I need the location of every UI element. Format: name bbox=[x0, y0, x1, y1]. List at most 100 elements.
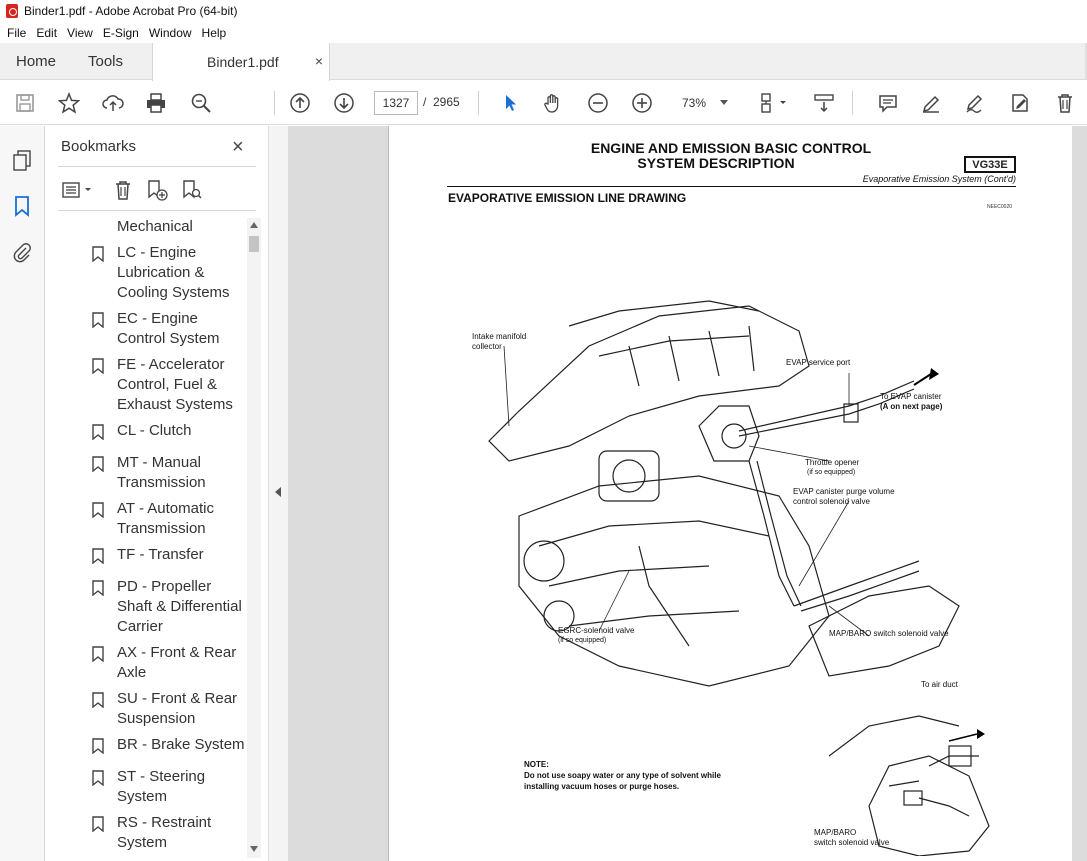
divider bbox=[58, 166, 256, 167]
tab-document-label: Binder1.pdf bbox=[207, 54, 279, 70]
menu-file[interactable]: File bbox=[2, 26, 31, 40]
print-icon[interactable] bbox=[143, 90, 169, 116]
document-viewer[interactable]: ENGINE AND EMISSION BASIC CONTROL SYSTEM… bbox=[288, 126, 1087, 861]
label-throttle-opener: Throttle opener (if so equipped) bbox=[805, 458, 859, 478]
cloud-upload-icon[interactable] bbox=[100, 90, 126, 116]
bookmark-item[interactable]: MT - Manual Transmission bbox=[92, 453, 242, 493]
zoom-search-icon[interactable] bbox=[188, 90, 214, 116]
bookmark-item[interactable]: LC - Engine Lubrication & Cooling System… bbox=[92, 243, 242, 303]
close-icon[interactable]: × bbox=[232, 136, 244, 159]
label-line: Intake manifold bbox=[472, 332, 527, 341]
bookmarks-panel: Bookmarks × Mechanical LC - Engine Lubri… bbox=[46, 126, 268, 861]
label-line: MAP/BARO bbox=[814, 828, 857, 837]
bookmark-item[interactable]: RS - Restraint System bbox=[92, 813, 242, 853]
divider bbox=[58, 210, 256, 211]
bookmarks-scrollbar[interactable] bbox=[247, 218, 261, 858]
scroll-up-icon[interactable] bbox=[250, 222, 258, 228]
window-title: Binder1.pdf - Adobe Acrobat Pro (64-bit) bbox=[24, 4, 238, 18]
new-bookmark-icon[interactable] bbox=[145, 178, 169, 202]
scroll-down-icon[interactable] bbox=[250, 846, 258, 852]
tab-tools[interactable]: Tools bbox=[88, 43, 123, 80]
attachments-icon[interactable] bbox=[10, 240, 34, 264]
bookmark-item[interactable]: BR - Brake System bbox=[92, 735, 245, 755]
page-subtitle: Evaporative Emission System (Cont'd) bbox=[862, 174, 1016, 184]
label-line: collector bbox=[472, 342, 502, 351]
menu-window[interactable]: Window bbox=[144, 26, 197, 40]
note-line: Do not use soapy water or any type of so… bbox=[524, 771, 721, 780]
label-line: (if so equipped) bbox=[807, 469, 856, 476]
zoom-in-icon[interactable] bbox=[629, 90, 655, 116]
menu-help[interactable]: Help bbox=[197, 26, 232, 40]
select-cursor-icon[interactable] bbox=[497, 90, 523, 116]
comment-icon[interactable] bbox=[875, 90, 901, 116]
bookmark-item[interactable]: PD - Propeller Shaft & Differential Carr… bbox=[92, 577, 242, 637]
scroll-thumb[interactable] bbox=[249, 236, 259, 252]
bookmark-label: MT - Manual Transmission bbox=[117, 454, 206, 491]
bookmark-item[interactable]: FE - Accelerator Control, Fuel & Exhaust… bbox=[92, 355, 242, 415]
zoom-level-select[interactable]: 73% bbox=[672, 91, 734, 115]
bookmark-label: AX - Front & Rear Axle bbox=[117, 644, 237, 681]
tab-home[interactable]: Home bbox=[16, 43, 56, 80]
sign-icon[interactable] bbox=[962, 90, 988, 116]
note-block: NOTE: Do not use soapy water or any type… bbox=[524, 759, 774, 792]
tab-document[interactable]: Binder1.pdf × bbox=[152, 43, 330, 81]
note-title: NOTE: bbox=[524, 760, 549, 769]
find-bookmark-icon[interactable] bbox=[180, 178, 204, 202]
scroll-mode-icon[interactable] bbox=[811, 90, 837, 116]
label-evap-service-port: EVAP service port bbox=[786, 358, 851, 367]
bookmark-icon bbox=[92, 692, 104, 708]
page-number-input[interactable]: 1327 bbox=[374, 91, 418, 115]
label-egrc-solenoid: EGRC-solenoid valve (if so equipped) bbox=[558, 626, 634, 646]
bookmark-item[interactable]: SU - Front & Rear Suspension bbox=[92, 689, 242, 729]
label-evap-purge-valve: EVAP canister purge volume control solen… bbox=[793, 487, 895, 507]
menu-edit[interactable]: Edit bbox=[31, 26, 62, 40]
save-icon[interactable] bbox=[12, 90, 38, 116]
bookmark-item[interactable]: TF - Transfer bbox=[92, 545, 242, 565]
hand-tool-icon[interactable] bbox=[540, 90, 566, 116]
next-page-icon[interactable] bbox=[331, 90, 357, 116]
toolbar: 1327 / 2965 73% bbox=[0, 81, 1087, 125]
bookmark-label: Mechanical bbox=[117, 218, 193, 235]
section-heading: EVAPORATIVE EMISSION LINE DRAWING bbox=[448, 191, 687, 205]
panel-splitter[interactable] bbox=[268, 126, 288, 861]
zoom-level-value: 73% bbox=[682, 96, 707, 110]
pdf-page: ENGINE AND EMISSION BASIC CONTROL SYSTEM… bbox=[388, 126, 1072, 861]
collapse-panel-icon[interactable] bbox=[275, 487, 281, 497]
bookmark-icon bbox=[92, 738, 104, 754]
bookmark-icon bbox=[92, 646, 104, 662]
menu-view[interactable]: View bbox=[62, 26, 98, 40]
page-view-icon[interactable] bbox=[757, 90, 791, 116]
menu-esign[interactable]: E-Sign bbox=[98, 26, 144, 40]
label-line: Throttle opener bbox=[805, 458, 860, 467]
bookmark-item[interactable]: AT - Automatic Transmission bbox=[92, 499, 242, 539]
bookmark-item[interactable]: ST - Steering System bbox=[92, 767, 242, 807]
page-thumbnails-icon[interactable] bbox=[10, 148, 34, 172]
bookmark-icon bbox=[92, 580, 104, 596]
bookmark-item[interactable]: AX - Front & Rear Axle bbox=[92, 643, 242, 683]
delete-bookmark-icon[interactable] bbox=[111, 178, 135, 202]
zoom-out-icon[interactable] bbox=[585, 90, 611, 116]
bookmarks-icon[interactable] bbox=[10, 194, 34, 218]
bookmark-item[interactable]: CL - Clutch bbox=[92, 421, 242, 441]
bookmark-icon bbox=[92, 456, 104, 472]
star-icon[interactable] bbox=[56, 90, 82, 116]
bookmark-icon bbox=[92, 816, 104, 832]
bookmark-label: PD - Propeller Shaft & Differential Carr… bbox=[117, 578, 242, 635]
toolbar-separator bbox=[852, 91, 853, 115]
previous-page-icon[interactable] bbox=[287, 90, 313, 116]
bookmark-options-icon[interactable] bbox=[60, 178, 96, 202]
highlight-pen-icon[interactable] bbox=[918, 90, 944, 116]
label-to-evap-canister: To EVAP canister (A on next page) bbox=[880, 392, 942, 412]
page-total: 2965 bbox=[433, 95, 460, 109]
bookmark-icon bbox=[92, 548, 104, 564]
delete-icon[interactable] bbox=[1052, 90, 1078, 116]
bookmark-label: TF - Transfer bbox=[117, 546, 204, 563]
tab-close-icon[interactable]: × bbox=[315, 53, 323, 69]
bookmark-label: FE - Accelerator Control, Fuel & Exhaust… bbox=[117, 356, 233, 413]
page-separator: / bbox=[423, 95, 427, 109]
bookmarks-list: Mechanical LC - Engine Lubrication & Coo… bbox=[46, 214, 246, 854]
bookmark-icon bbox=[92, 312, 104, 328]
label-line: To EVAP canister bbox=[880, 392, 942, 401]
fill-sign-icon[interactable] bbox=[1007, 90, 1033, 116]
bookmark-item[interactable]: EC - Engine Control System bbox=[92, 309, 242, 349]
